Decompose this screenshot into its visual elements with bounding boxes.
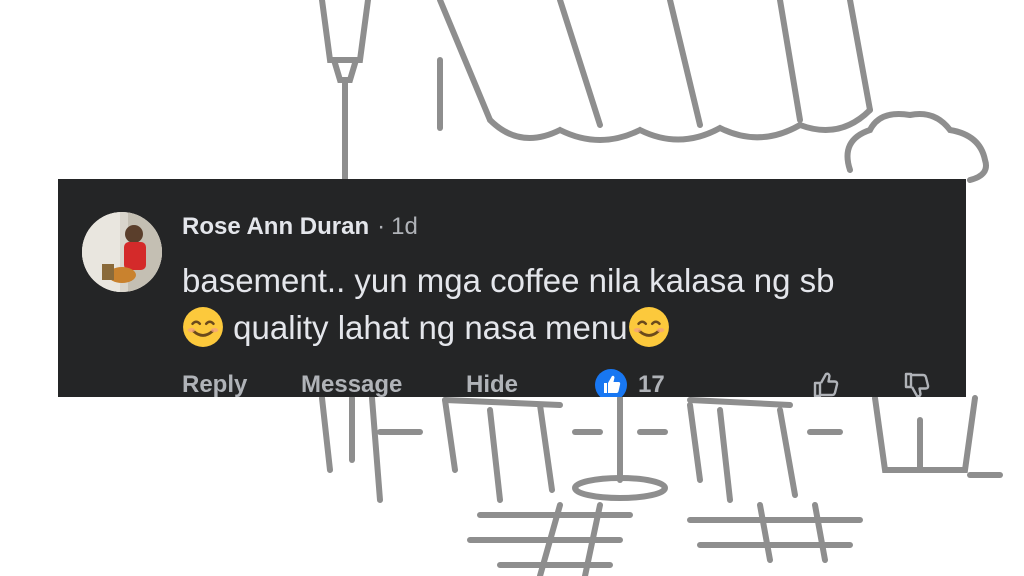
reply-button[interactable]: Reply — [182, 365, 247, 397]
thumbs-up-outline-icon[interactable] — [810, 369, 842, 397]
like-count: 17 — [638, 371, 665, 397]
comment-card: Rose Ann Duran · 1d basement.. yun mga c… — [58, 179, 966, 397]
author-name[interactable]: Rose Ann Duran — [182, 213, 369, 241]
smiling-face-icon — [183, 307, 223, 347]
like-reaction-icon — [595, 369, 627, 397]
smiling-face-icon — [628, 307, 669, 347]
profile-photo — [82, 212, 162, 292]
avatar[interactable] — [82, 212, 162, 292]
thumbs-down-outline-icon[interactable] — [901, 369, 933, 397]
comment-timestamp[interactable]: 1d — [391, 213, 418, 241]
comment-text-line2: quality lahat ng nasa menu — [224, 309, 628, 346]
comment-header: Rose Ann Duran · 1d — [182, 212, 418, 242]
comment-actions: Reply Message Hide 17 — [58, 365, 966, 397]
reaction-summary[interactable]: 17 — [594, 365, 665, 397]
comment-body: basement.. yun mga coffee nila kalasa ng… — [182, 257, 952, 351]
hide-button[interactable]: Hide — [466, 365, 518, 397]
meta-separator: · — [377, 213, 386, 240]
message-button[interactable]: Message — [301, 365, 402, 397]
comment-text-line1: basement.. yun mga coffee nila kalasa ng… — [182, 262, 835, 299]
